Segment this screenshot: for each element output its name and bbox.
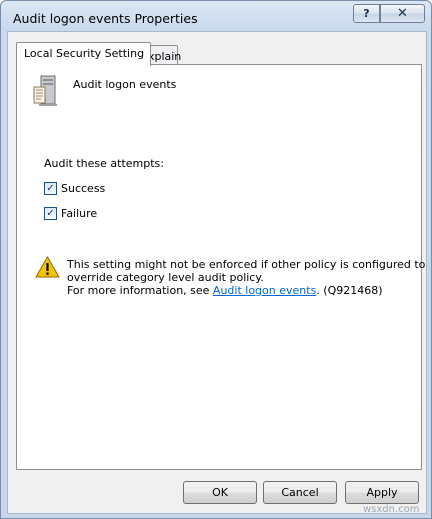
warning-message: This setting might not be enforced if ot… bbox=[67, 258, 426, 297]
success-checkbox[interactable]: ✓ bbox=[44, 182, 57, 195]
dialog-client-area: Local Security Setting Explain Audit log… bbox=[7, 31, 427, 514]
kb-reference: . (Q921468) bbox=[316, 284, 383, 297]
title-bar[interactable]: Audit logon events Properties ? ✕ bbox=[1, 1, 431, 35]
success-label: Success bbox=[61, 182, 106, 195]
close-icon: ✕ bbox=[397, 6, 408, 21]
policy-name: Audit logon events bbox=[73, 78, 177, 91]
more-info-text: For more information, see bbox=[67, 284, 210, 297]
close-button[interactable]: ✕ bbox=[380, 4, 425, 23]
warning-line-2: override category level audit policy. bbox=[67, 271, 264, 284]
failure-label: Failure bbox=[61, 207, 98, 220]
warning-icon bbox=[35, 256, 60, 278]
cancel-button[interactable]: Cancel bbox=[263, 481, 337, 504]
policy-computer-icon bbox=[33, 75, 57, 106]
tab-panel: Audit logon events Audit these attempts:… bbox=[16, 64, 426, 470]
success-checkbox-row[interactable]: ✓ Success bbox=[44, 182, 105, 195]
audit-attempts-label: Audit these attempts: bbox=[44, 157, 164, 170]
warning-line-1: This setting might not be enforced if ot… bbox=[67, 258, 426, 271]
failure-checkbox[interactable]: ✓ bbox=[44, 207, 57, 220]
warning-line-3: For more information, see Audit logon ev… bbox=[67, 284, 412, 297]
help-icon: ? bbox=[363, 7, 370, 20]
tab-local-security-setting[interactable]: Local Security Setting bbox=[16, 42, 152, 66]
failure-checkbox-row[interactable]: ✓ Failure bbox=[44, 207, 97, 220]
tab-label: Local Security Setting bbox=[24, 47, 145, 60]
window-title: Audit logon events Properties bbox=[13, 11, 198, 26]
watermark: wsxdn.com bbox=[363, 504, 420, 515]
properties-dialog: Audit logon events Properties ? ✕ Local … bbox=[0, 0, 432, 519]
audit-logon-events-link[interactable]: Audit logon events bbox=[213, 284, 316, 297]
apply-button[interactable]: Apply bbox=[345, 481, 419, 504]
help-button[interactable]: ? bbox=[353, 4, 380, 23]
ok-button[interactable]: OK bbox=[183, 481, 257, 504]
